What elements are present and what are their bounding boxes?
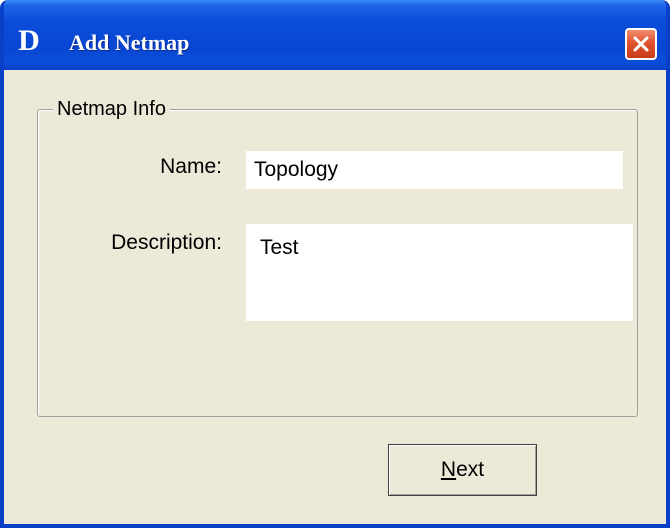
window-title: Add Netmap (69, 30, 190, 55)
dlink-logo-icon: D (18, 24, 40, 57)
next-button[interactable]: Next (388, 444, 537, 496)
close-x-icon (633, 36, 649, 52)
title-bar[interactable]: D Add Netmap (4, 0, 666, 70)
name-label: Name: (160, 155, 222, 178)
description-label: Description: (111, 231, 222, 254)
next-label-rest: ext (456, 458, 485, 481)
name-input[interactable] (246, 151, 623, 189)
description-textarea[interactable]: Test (246, 224, 633, 321)
netmap-info-legend: Netmap Info (53, 97, 170, 121)
close-button[interactable] (625, 28, 657, 60)
next-accelerator-key: N (440, 458, 457, 481)
